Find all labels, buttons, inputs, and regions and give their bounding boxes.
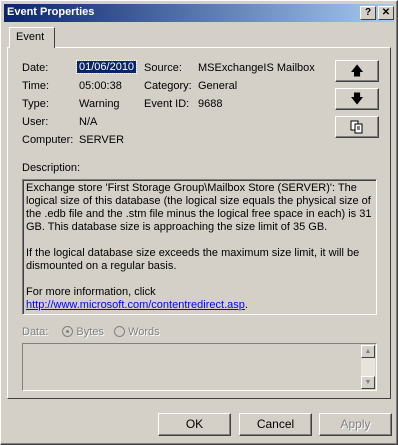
previous-event-button[interactable]: 🡅 xyxy=(335,60,379,82)
bytes-radio[interactable] xyxy=(62,326,74,337)
source-label: Source: xyxy=(144,62,182,74)
description-paragraph-3: For more information, click http://www.m… xyxy=(26,286,373,312)
data-label: Data: xyxy=(22,326,49,338)
date-value[interactable]: 01/06/2010 xyxy=(75,60,138,74)
cancel-button[interactable]: Cancel xyxy=(239,413,312,436)
tab-event[interactable]: Event xyxy=(9,27,55,48)
scroll-up-icon[interactable]: ▲ xyxy=(361,345,375,358)
source-value: MSExchangeIS Mailbox xyxy=(198,62,315,74)
arrow-up-icon: 🡅 xyxy=(350,63,364,78)
user-value: N/A xyxy=(79,116,98,128)
words-radio-label: Words xyxy=(128,326,160,338)
next-event-button[interactable]: 🡇 xyxy=(335,88,379,110)
date-label: Date: xyxy=(22,62,49,74)
description-paragraph-1: Exchange store 'First Storage Group\Mail… xyxy=(26,182,372,233)
data-scrollbar[interactable]: ▲ ▼ xyxy=(361,345,375,389)
description-text-box[interactable]: Exchange store 'First Storage Group\Mail… xyxy=(22,179,377,315)
copy-button[interactable] xyxy=(335,116,379,138)
words-radio[interactable] xyxy=(114,326,126,337)
copy-icon xyxy=(350,120,363,134)
category-value: General xyxy=(198,80,238,92)
bytes-radio-label: Bytes xyxy=(76,326,104,338)
ok-button[interactable]: OK xyxy=(158,413,231,436)
data-text-box[interactable]: ▲ ▼ xyxy=(22,343,377,391)
time-value: 05:00:38 xyxy=(79,80,122,92)
user-label: User: xyxy=(22,116,49,128)
description-paragraph-2: If the logical database size exceeds the… xyxy=(26,247,360,272)
description-period: . xyxy=(244,299,248,311)
event-properties-window: Event Properties ? ✕ Event Date: 01/06/2… xyxy=(0,0,398,445)
scroll-down-icon[interactable]: ▼ xyxy=(361,376,375,389)
event-id-label: Event ID: xyxy=(144,98,190,110)
time-label: Time: xyxy=(22,80,50,92)
arrow-down-icon: 🡇 xyxy=(350,91,364,106)
category-label: Category: xyxy=(144,80,192,92)
help-button[interactable]: ? xyxy=(360,6,376,20)
description-more-info-text: For more information, click xyxy=(26,286,156,298)
description-label: Description: xyxy=(22,162,81,174)
type-value: Warning xyxy=(79,98,120,110)
title-bar: Event Properties ? ✕ xyxy=(4,4,394,22)
apply-button[interactable]: Apply xyxy=(319,413,392,436)
close-button[interactable]: ✕ xyxy=(378,6,394,20)
event-id-value: 9688 xyxy=(198,98,223,110)
more-info-link[interactable]: http://www.microsoft.com/contentredirect… xyxy=(26,299,245,311)
window-title: Event Properties xyxy=(7,6,95,18)
tab-event-label: Event xyxy=(16,31,45,43)
type-label: Type: xyxy=(22,98,49,110)
computer-label: Computer: xyxy=(22,134,74,146)
data-format-row: Data: Bytes Words xyxy=(22,326,160,338)
computer-value: SERVER xyxy=(79,134,125,146)
